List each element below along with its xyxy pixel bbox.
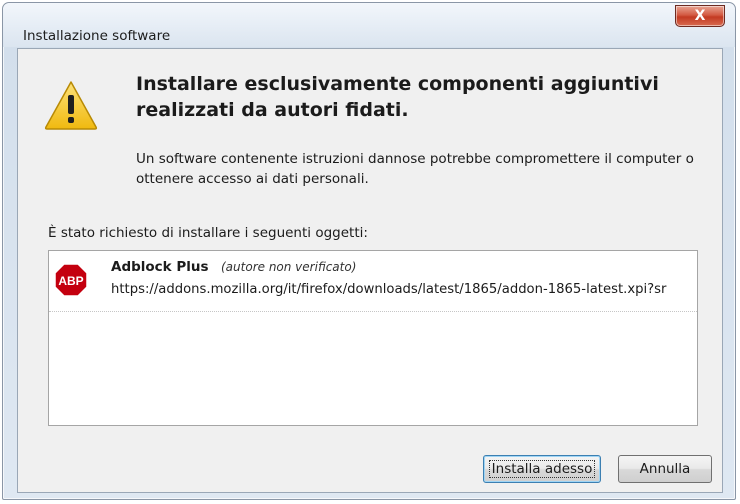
window-title: Installazione software	[23, 28, 171, 44]
title-bar[interactable]: Installazione software X	[3, 3, 735, 47]
abp-icon: ABP	[54, 263, 88, 297]
abp-icon-text: ABP	[58, 274, 83, 288]
dialog-content: Installare esclusivamente componenti agg…	[17, 48, 723, 493]
install-now-button[interactable]: Installa adesso	[483, 455, 601, 483]
install-now-label: Installa adesso	[488, 460, 596, 478]
dialog-heading: Installare esclusivamente componenti agg…	[136, 73, 659, 121]
cancel-button[interactable]: Annulla	[618, 455, 712, 483]
list-label: È stato richiesto di installare i seguen…	[48, 225, 368, 241]
addon-url: https://addons.mozilla.org/it/firefox/do…	[111, 282, 667, 297]
close-button[interactable]: X	[675, 5, 725, 27]
addon-name: Adblock Plus	[111, 259, 209, 275]
addon-author-note: (autore non verificato)	[221, 260, 357, 274]
dialog-description: Un software contenente istruzioni dannos…	[136, 151, 694, 187]
warning-icon	[44, 81, 98, 130]
list-item[interactable]: ABP Adblock Plus (autore non verificato)…	[49, 251, 697, 312]
install-dialog-window: Installazione software X Installare escl…	[2, 2, 736, 500]
addon-list[interactable]: ABP Adblock Plus (autore non verificato)…	[48, 250, 698, 426]
